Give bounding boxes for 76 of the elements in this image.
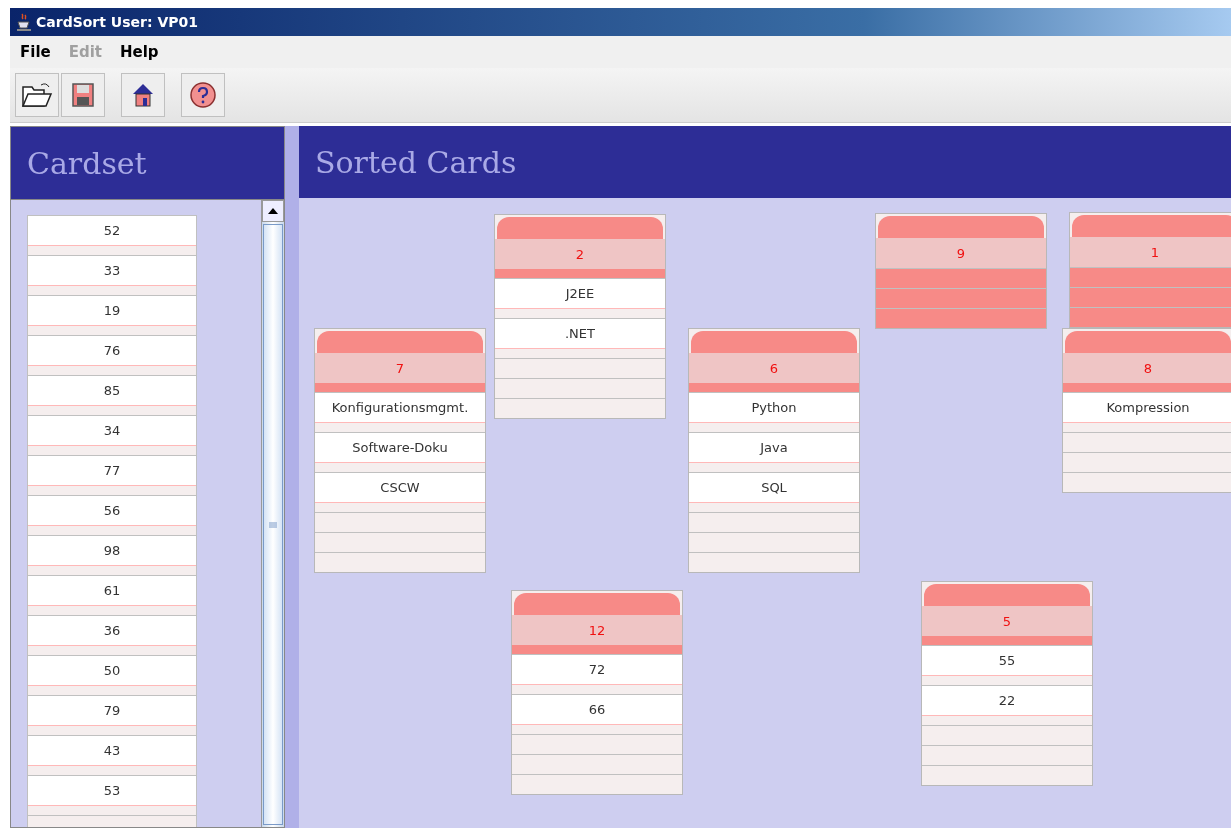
card[interactable]: 77 bbox=[27, 455, 197, 495]
card-label: 85 bbox=[28, 376, 196, 406]
card-group[interactable]: 7 Konfigurationsmgmt. Software-Doku CSCW bbox=[314, 328, 486, 573]
card-label[interactable]: CSCW bbox=[315, 473, 485, 503]
card-label[interactable]: 55 bbox=[922, 646, 1092, 676]
card-label[interactable]: Konfigurationsmgmt. bbox=[315, 393, 485, 423]
cup-icon bbox=[16, 13, 32, 31]
card-label[interactable]: Java bbox=[689, 433, 859, 463]
card-label: 34 bbox=[28, 416, 196, 446]
save-button[interactable] bbox=[61, 73, 105, 117]
card[interactable]: 76 bbox=[27, 335, 197, 375]
card-group[interactable]: 2 J2EE .NET bbox=[494, 214, 666, 419]
floppy-icon bbox=[72, 83, 94, 107]
card-label[interactable]: J2EE bbox=[495, 279, 665, 309]
card-label[interactable]: Kompression bbox=[1063, 393, 1231, 423]
group-number: 6 bbox=[689, 353, 859, 383]
card[interactable]: 43 bbox=[27, 735, 197, 775]
open-button[interactable] bbox=[15, 73, 59, 117]
card-label[interactable]: Python bbox=[689, 393, 859, 423]
card[interactable]: 36 bbox=[27, 615, 197, 655]
up-arrow-icon bbox=[268, 208, 278, 214]
card-label: 98 bbox=[28, 536, 196, 566]
scroll-thumb[interactable] bbox=[263, 224, 283, 825]
card-label[interactable]: .NET bbox=[495, 319, 665, 349]
card[interactable]: 34 bbox=[27, 415, 197, 455]
group-number: 5 bbox=[922, 606, 1092, 636]
card-label: 33 bbox=[28, 256, 196, 286]
card-label: 77 bbox=[28, 456, 196, 486]
card[interactable]: 85 bbox=[27, 375, 197, 415]
card-label: 79 bbox=[28, 696, 196, 726]
card[interactable]: 61 bbox=[27, 575, 197, 615]
panel-title: Cardset bbox=[27, 145, 147, 181]
grip-icon bbox=[269, 521, 277, 528]
card-label: 36 bbox=[28, 616, 196, 646]
card-label: 56 bbox=[28, 496, 196, 526]
card[interactable]: 52 bbox=[27, 215, 197, 255]
card-group[interactable]: 8 Kompression bbox=[1062, 328, 1231, 493]
card-label[interactable]: 72 bbox=[512, 655, 682, 685]
menu-item[interactable]: File bbox=[20, 43, 51, 61]
home-button[interactable] bbox=[121, 73, 165, 117]
house-icon bbox=[132, 83, 154, 107]
card-group[interactable]: 12 72 66 bbox=[511, 590, 683, 795]
card-label: 53 bbox=[28, 776, 196, 806]
card-group[interactable]: 5 55 22 bbox=[921, 581, 1093, 786]
card[interactable]: 33 bbox=[27, 255, 197, 295]
help-button[interactable] bbox=[181, 73, 225, 117]
card[interactable]: 50 bbox=[27, 655, 197, 695]
card-label: 76 bbox=[28, 336, 196, 366]
card-label[interactable]: 66 bbox=[512, 695, 682, 725]
group-number: 7 bbox=[315, 353, 485, 383]
card-label[interactable]: Software-Doku bbox=[315, 433, 485, 463]
card-label: 61 bbox=[28, 576, 196, 606]
group-number: 12 bbox=[512, 615, 682, 645]
scrollbar[interactable] bbox=[261, 200, 284, 827]
card-label: 50 bbox=[28, 656, 196, 686]
card[interactable]: 56 bbox=[27, 495, 197, 535]
menu-item[interactable]: Help bbox=[120, 43, 159, 61]
card-label[interactable]: SQL bbox=[689, 473, 859, 503]
card-group[interactable]: 6 Python Java SQL bbox=[688, 328, 860, 573]
group-number: 1 bbox=[1070, 237, 1231, 267]
card[interactable]: 98 bbox=[27, 535, 197, 575]
panel-title: Sorted Cards bbox=[315, 144, 517, 180]
card[interactable]: 53 bbox=[27, 775, 197, 815]
card[interactable]: 79 bbox=[27, 695, 197, 735]
group-number: 2 bbox=[495, 239, 665, 269]
card-label: 19 bbox=[28, 296, 196, 326]
group-number: 9 bbox=[876, 238, 1046, 268]
folder-icon bbox=[21, 81, 53, 109]
card-label: 52 bbox=[28, 216, 196, 246]
card-label: 43 bbox=[28, 736, 196, 766]
scroll-up-button[interactable] bbox=[262, 200, 284, 222]
help-icon bbox=[190, 82, 216, 108]
card-label[interactable]: 22 bbox=[922, 686, 1092, 716]
group-number: 8 bbox=[1063, 353, 1231, 383]
window-title: CardSort User: VP01 bbox=[36, 14, 198, 30]
card[interactable]: 19 bbox=[27, 295, 197, 335]
